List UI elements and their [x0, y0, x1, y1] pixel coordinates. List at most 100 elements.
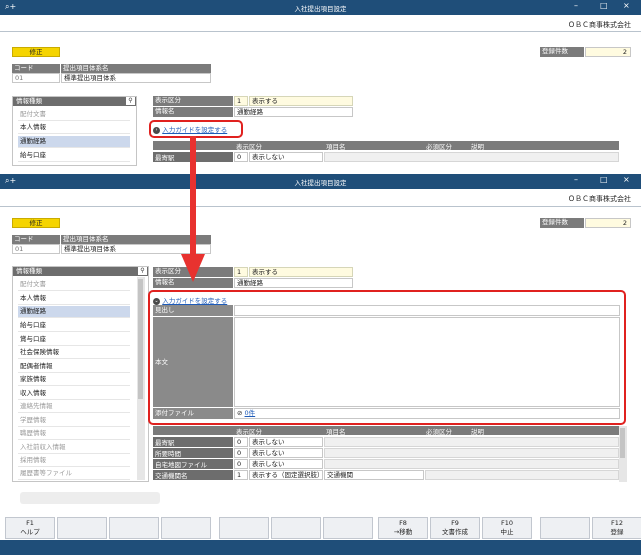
fkey-empty[interactable]: [540, 517, 590, 539]
fkey-f12[interactable]: F12 登録: [592, 517, 641, 539]
display-label: 表示区分: [153, 96, 233, 106]
fkey-f9[interactable]: F9 文書作成: [430, 517, 480, 539]
list-item[interactable]: 連絡先情報: [18, 401, 130, 413]
row-name: 所要時間: [153, 448, 233, 458]
row-num[interactable]: 0: [234, 459, 248, 469]
col-display: 表示区分: [236, 428, 262, 436]
list-item[interactable]: 給与口座: [18, 320, 130, 332]
list-item[interactable]: 学歴情報: [18, 415, 130, 427]
search-icon[interactable]: ⚲: [126, 97, 135, 105]
close-icon[interactable]: ×: [623, 175, 630, 184]
search-icon[interactable]: ⚲: [138, 267, 147, 275]
row-display[interactable]: 表示しない: [249, 437, 323, 447]
count-value: 2: [585, 47, 631, 57]
list-item[interactable]: 配偶者情報: [18, 361, 130, 373]
count-value: 2: [585, 218, 631, 228]
code-value: 01: [12, 73, 60, 83]
fkey-label: 登録: [610, 528, 624, 536]
guide-link-row[interactable]: ⌄ 入力ガイドを設定する: [153, 295, 227, 305]
status-placeholder: [20, 492, 160, 504]
list-item[interactable]: 社会保険情報: [18, 347, 130, 359]
fkey-empty[interactable]: [161, 517, 211, 539]
mode-badge: 修正: [12, 47, 60, 57]
count-label: 登録件数: [540, 218, 584, 228]
name-header: 提出項目体系名: [61, 64, 211, 73]
mode-badge: 修正: [12, 218, 60, 228]
list-item[interactable]: 採用情報: [18, 455, 130, 467]
display-value[interactable]: 表示する: [249, 96, 353, 106]
title-bar-bottom: ⌕+ 入社提出項目設定 – □ ×: [0, 174, 641, 189]
fkey-empty[interactable]: [219, 517, 269, 539]
code-header: コード: [12, 64, 60, 73]
display-num[interactable]: 1: [234, 96, 248, 106]
fkey-f10[interactable]: F10 中止: [482, 517, 532, 539]
bottom-bar: [0, 540, 641, 555]
table-scrollbar[interactable]: [619, 426, 627, 482]
fkey-empty[interactable]: [323, 517, 373, 539]
scroll-thumb[interactable]: [138, 279, 143, 399]
guide-link-row[interactable]: › 入力ガイドを設定する: [153, 124, 227, 134]
fkey-f8[interactable]: F8 →移動: [378, 517, 428, 539]
list-item-selected[interactable]: 通勤経路: [18, 136, 130, 148]
row-num[interactable]: 0: [234, 437, 248, 447]
table-header: [153, 141, 619, 150]
maximize-icon[interactable]: □: [600, 175, 608, 184]
row-rest: [324, 152, 619, 162]
list-scrollbar[interactable]: [137, 277, 145, 480]
fkey-empty[interactable]: [57, 517, 107, 539]
heading-input[interactable]: [234, 305, 620, 316]
window-title: 入社提出項目設定: [294, 179, 347, 187]
row-name: 交通機関名: [153, 470, 233, 480]
attach-count-link[interactable]: 0件: [245, 409, 256, 417]
minimize-icon[interactable]: –: [574, 175, 578, 184]
row-name: 最寄駅: [153, 437, 233, 447]
row-num[interactable]: 0: [234, 152, 248, 162]
divider: [0, 31, 641, 32]
list-item[interactable]: 配付文書: [18, 279, 130, 291]
row-num[interactable]: 1: [234, 470, 248, 480]
row-display[interactable]: 表示する（固定選択肢）: [249, 470, 323, 480]
list-item[interactable]: 賞与口座: [18, 334, 130, 346]
maximize-icon[interactable]: □: [600, 1, 608, 10]
list-item[interactable]: 本人情報: [18, 122, 130, 134]
list-item[interactable]: 入社前収入情報: [18, 442, 130, 454]
minimize-icon[interactable]: –: [574, 1, 578, 10]
list-item-selected[interactable]: 通勤経路: [18, 306, 130, 318]
fkey-empty[interactable]: [109, 517, 159, 539]
col-item: 項目名: [326, 143, 346, 151]
col-required: 必須区分: [426, 143, 452, 151]
attach-row: ⊘ 0件: [234, 408, 620, 419]
row-display[interactable]: 表示しない: [249, 448, 323, 458]
display-num[interactable]: 1: [234, 267, 248, 277]
row-rest: [324, 437, 619, 447]
list-item[interactable]: 本人情報: [18, 293, 130, 305]
guide-link[interactable]: 入力ガイドを設定する: [162, 297, 227, 305]
row-rest: [324, 459, 619, 469]
list-item[interactable]: 配付文書: [18, 109, 130, 121]
row-item[interactable]: 交通機関: [324, 470, 424, 480]
col-item: 項目名: [326, 428, 346, 436]
list-item[interactable]: 家族情報: [18, 374, 130, 386]
display-value[interactable]: 表示する: [249, 267, 353, 277]
fkey-empty[interactable]: [271, 517, 321, 539]
row-name: 自宅地図ファイル: [153, 459, 233, 469]
list-item[interactable]: 職歴情報: [18, 428, 130, 440]
list-item[interactable]: 履歴書等ファイル: [18, 468, 130, 480]
fkey-code: F8: [399, 519, 407, 527]
row-display[interactable]: 表示しない: [249, 459, 323, 469]
fkey-f1[interactable]: F1 ヘルプ: [5, 517, 55, 539]
list-item[interactable]: 収入情報: [18, 388, 130, 400]
info-type-header: 情報種類 ⚲: [13, 97, 136, 106]
row-display[interactable]: 表示しない: [249, 152, 323, 162]
close-icon[interactable]: ×: [623, 1, 630, 10]
name-field[interactable]: 通勤経路: [234, 107, 353, 117]
fkey-label: 中止: [500, 528, 514, 536]
name-field[interactable]: 通勤経路: [234, 278, 353, 288]
scroll-thumb[interactable]: [620, 428, 625, 458]
list-item[interactable]: 給与口座: [18, 150, 130, 162]
body-textarea[interactable]: [234, 317, 620, 407]
name-value: 標準提出項目体系: [61, 73, 211, 83]
fkey-code: F1: [26, 519, 34, 527]
guide-link[interactable]: 入力ガイドを設定する: [162, 126, 227, 134]
row-num[interactable]: 0: [234, 448, 248, 458]
